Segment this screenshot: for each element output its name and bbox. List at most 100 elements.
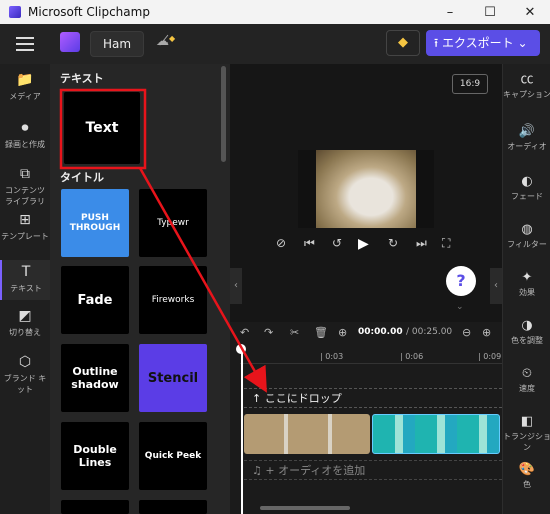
timeline: ↶ ↷ ✂ 🗑 ⊕ 00:00.00 / 00:25.00 ⊖ ⊕ | 0:03… xyxy=(230,322,502,514)
prop-effects[interactable]: ✦ 効果 xyxy=(503,270,550,298)
title-tile-partial[interactable] xyxy=(61,500,129,514)
export-button[interactable]: ⭱ エクスポート ⌄ xyxy=(426,30,540,56)
title-tile-outline-shadow[interactable]: Outline shadow xyxy=(61,344,129,412)
prop-audio[interactable]: 🔊 オーディオ xyxy=(503,124,550,152)
prop-label: 色を調整 xyxy=(511,336,543,345)
prop-label: キャプション xyxy=(503,90,550,99)
title-tile-push-through[interactable]: PUSH THROUGH xyxy=(61,189,129,257)
prop-label: フィルター xyxy=(507,240,547,249)
premium-diamond-button[interactable]: ◆ xyxy=(386,30,420,56)
delete-icon[interactable]: 🗑 xyxy=(314,326,328,339)
clapper-icon xyxy=(60,32,80,52)
title-tile-fireworks[interactable]: Fireworks xyxy=(139,266,207,334)
captions-icon: ㏄ xyxy=(520,72,534,87)
library-icon: ⧉ xyxy=(20,166,30,182)
skip-forward-icon[interactable]: ⏭ xyxy=(416,236,427,251)
palette-icon: 🎨 xyxy=(518,462,536,477)
prop-color[interactable]: 🎨 色 xyxy=(503,462,550,490)
left-sidebar: 📁 メディア ⏺ 録画と作成 ⧉ コンテンツ ライブラリ ⊞ テンプレート T … xyxy=(0,64,50,514)
split-icon[interactable]: ✂ xyxy=(290,326,299,339)
undo-icon[interactable]: ↶ xyxy=(240,326,249,339)
ruler-tick: | 0:03 xyxy=(320,352,344,361)
prop-label: 速度 xyxy=(519,384,535,393)
zoom-in-icon[interactable]: ⊕ xyxy=(482,326,491,339)
nav-label: テキスト xyxy=(10,284,42,293)
play-icon[interactable]: ▶ xyxy=(358,236,369,252)
nav-text[interactable]: T テキスト xyxy=(0,260,50,300)
template-icon: ⊞ xyxy=(19,212,31,228)
title-tile-typewriter[interactable]: Typewr xyxy=(139,189,207,257)
collapse-panel-button[interactable]: ‹ xyxy=(230,268,242,304)
current-time: 00:00.00 xyxy=(358,327,403,337)
title-tile-double-lines[interactable]: Double Lines xyxy=(61,422,129,490)
rewind-5-icon[interactable]: ↺ xyxy=(332,236,342,250)
prop-label: オーディオ xyxy=(507,142,547,151)
maximize-button[interactable]: ☐ xyxy=(470,0,510,24)
zoom-out-icon[interactable]: ⊖ xyxy=(462,326,471,339)
timeline-scrollbar[interactable] xyxy=(260,506,350,510)
nav-media[interactable]: 📁 メディア xyxy=(0,72,50,112)
speaker-icon: 🔊 xyxy=(518,124,536,139)
nav-transitions[interactable]: ◩ 切り替え xyxy=(0,308,50,348)
nav-templates[interactable]: ⊞ テンプレート xyxy=(0,212,50,256)
record-icon: ⏺ xyxy=(21,120,29,136)
title-tile-stencil[interactable]: Stencil xyxy=(139,344,207,412)
video-clip-1[interactable] xyxy=(244,414,370,454)
playhead[interactable] xyxy=(241,346,243,514)
transition-icon: ◩ xyxy=(18,308,32,324)
prop-adjust-colors[interactable]: ◑ 色を調整 xyxy=(503,318,550,346)
collapse-right-panel-button[interactable]: ‹ xyxy=(490,268,502,304)
playhead-handle[interactable] xyxy=(236,344,246,354)
help-button[interactable]: ? xyxy=(446,266,476,296)
prop-filters[interactable]: ◍ フィルター xyxy=(503,222,550,250)
folder-icon: 📁 xyxy=(16,72,34,88)
window-title: Microsoft Clipchamp xyxy=(28,5,150,19)
prop-transition[interactable]: ◧ トランジション xyxy=(503,414,550,453)
preview-area: 16:9 ⊘ ⏮ ↺ ▶ ↻ ⏭ ⛶ ? ⌄ xyxy=(230,64,502,322)
minimize-button[interactable]: – xyxy=(430,0,470,24)
prop-speed[interactable]: ⏲ 速度 xyxy=(503,366,550,394)
fullscreen-icon[interactable]: ⛶ xyxy=(442,236,450,251)
title-tile-partial[interactable] xyxy=(139,500,207,514)
redo-icon[interactable]: ↷ xyxy=(264,326,273,339)
close-button[interactable]: ✕ xyxy=(510,0,550,24)
nav-brand-kit[interactable]: ⬡ ブランド キット xyxy=(0,354,50,394)
brand-kit-icon: ⬡ xyxy=(18,354,32,370)
nav-label: メディア xyxy=(9,92,41,101)
fade-icon: ◐ xyxy=(521,174,533,189)
text-drop-zone[interactable]: ↑ ここにドロップ xyxy=(244,388,502,408)
title-tile-quick-peek[interactable]: Quick Peek xyxy=(139,422,207,490)
hamburger-menu-icon[interactable] xyxy=(16,37,34,51)
text-icon: T xyxy=(21,264,31,280)
add-audio-row[interactable]: ♫ + オーディオを追加 xyxy=(244,460,502,480)
total-time: / 00:25.00 xyxy=(406,327,453,337)
nav-record-create[interactable]: ⏺ 録画と作成 xyxy=(0,120,50,160)
project-name-field[interactable]: Ham xyxy=(90,31,144,57)
prop-label: トランジション xyxy=(503,432,550,452)
color-adjust-icon: ◑ xyxy=(521,318,533,333)
nav-label: テンプレート xyxy=(1,232,49,241)
aspect-ratio-button[interactable]: 16:9 xyxy=(452,74,488,94)
nav-content-library[interactable]: ⧉ コンテンツ ライブラリ xyxy=(0,166,50,210)
timeline-ruler[interactable]: | 0:03 | 0:06 | 0:09 xyxy=(240,346,502,364)
chevron-down-icon[interactable]: ⌄ xyxy=(456,302,464,312)
hamster-video-frame xyxy=(316,150,416,228)
video-clip-2[interactable] xyxy=(372,414,500,454)
video-preview xyxy=(298,150,434,228)
top-bar: Ham ☁̸◆ ◆ ⭱ エクスポート ⌄ xyxy=(0,24,550,64)
clipchamp-logo-icon xyxy=(9,6,21,18)
panel-scrollbar[interactable] xyxy=(221,66,226,162)
nav-label: ブランド キット xyxy=(3,374,47,394)
nav-label: 録画と作成 xyxy=(5,140,45,149)
forward-5-icon[interactable]: ↻ xyxy=(388,236,398,250)
captions-off-icon[interactable]: ⊘ xyxy=(276,236,286,250)
text-tile[interactable]: Text xyxy=(64,92,140,164)
prop-fade[interactable]: ◐ フェード xyxy=(503,174,550,202)
title-tile-fade[interactable]: Fade xyxy=(61,266,129,334)
skip-back-icon[interactable]: ⏮ xyxy=(304,236,315,251)
add-icon[interactable]: ⊕ xyxy=(338,326,347,339)
ruler-tick: | 0:06 xyxy=(400,352,424,361)
prop-captions[interactable]: ㏄ キャプション xyxy=(503,68,550,100)
cloud-sync-off-icon[interactable]: ☁̸◆ xyxy=(156,34,175,49)
window-titlebar: Microsoft Clipchamp – ☐ ✕ xyxy=(0,0,550,24)
